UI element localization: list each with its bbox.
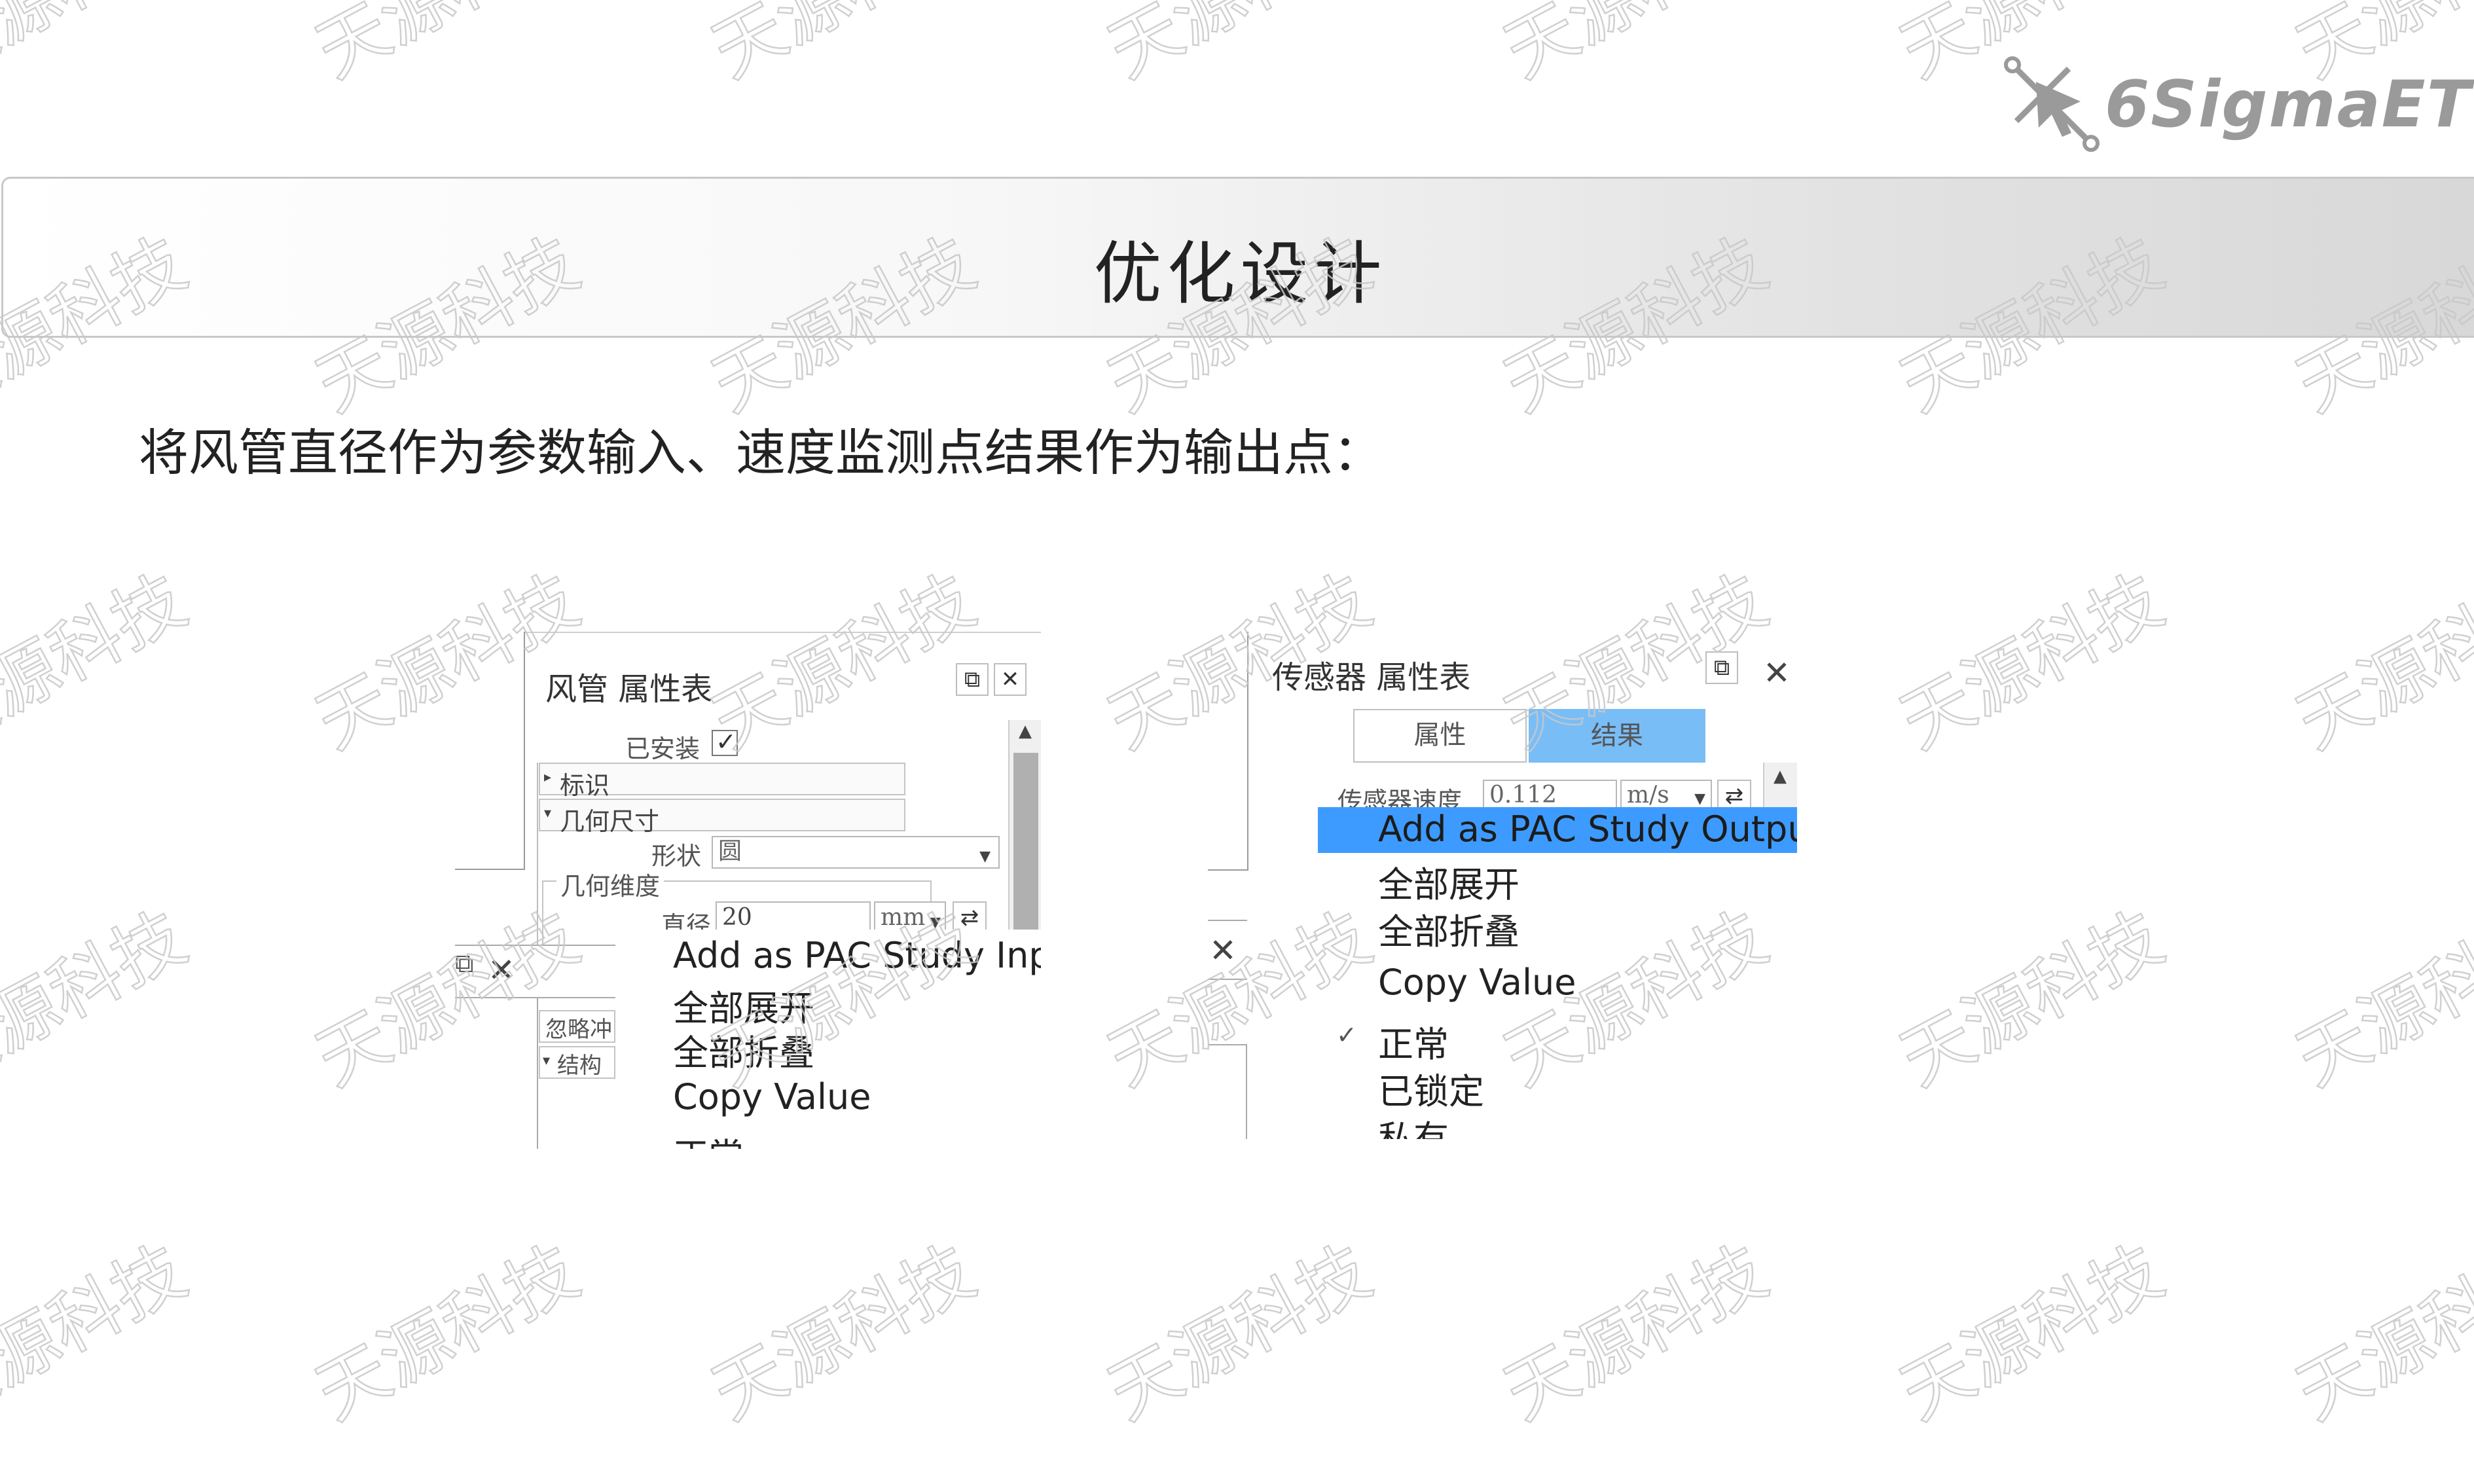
menu-item-private[interactable]: 私有 bbox=[1378, 1110, 1449, 1139]
close-button[interactable]: ✕ bbox=[1763, 657, 1791, 689]
context-menu: Add as PAC Study Input 全部展开 全部折叠 Copy Va… bbox=[615, 930, 1041, 1149]
panel-frame bbox=[455, 869, 525, 870]
tab-results-label: 结果 bbox=[1591, 721, 1643, 751]
diameter-value: 20 bbox=[722, 904, 752, 931]
menu-item-copy-value[interactable]: Copy Value bbox=[673, 1076, 871, 1117]
shape-value: 圆 bbox=[718, 838, 742, 865]
menu-item-collapse-all[interactable]: 全部折叠 bbox=[1378, 903, 1519, 954]
sensor-property-sheet-screenshot: 传感器 属性表 ⧉ ✕ 属性 结果 传感器速度 0.112 m/s ▼ ⇄ ▲ … bbox=[1208, 632, 1797, 1139]
watermark-text: 天源科技 bbox=[0, 560, 199, 765]
close-icon[interactable]: ✕ bbox=[1209, 934, 1237, 967]
menu-item-expand-all[interactable]: 全部展开 bbox=[1378, 856, 1519, 907]
window-divider bbox=[1246, 1044, 1247, 1139]
section-identity-label: 标识 bbox=[560, 771, 610, 800]
watermark-text: 天源科技 bbox=[2284, 1231, 2474, 1436]
logo-text: 6SigmaET bbox=[2105, 67, 2472, 142]
panel-frame bbox=[1208, 869, 1248, 871]
panel-frame bbox=[524, 632, 525, 869]
watermark-text: 天源科技 bbox=[0, 1231, 199, 1436]
watermark-text: 天源科技 bbox=[700, 0, 988, 94]
watermark-text: 天源科技 bbox=[2284, 897, 2474, 1102]
background-window: ⧉ ✕ 忽略冲 忽略冲 ▾ 结构 bbox=[455, 945, 615, 1149]
title-banner: 优化设计 bbox=[1, 177, 2474, 338]
window-divider bbox=[1208, 1044, 1247, 1045]
watermark-text: 天源科技 bbox=[304, 1231, 592, 1436]
logo-mark-icon bbox=[2004, 56, 2100, 152]
section-geometry-label: 几何尺寸 bbox=[560, 807, 660, 836]
watermark-text: 天源科技 bbox=[700, 1231, 988, 1436]
window-divider bbox=[537, 997, 538, 1149]
ignore-label: 忽略冲 bbox=[545, 1017, 612, 1043]
restore-button[interactable]: ⧉ bbox=[956, 663, 989, 696]
ignore-row: 忽略冲 bbox=[539, 1010, 615, 1043]
window-divider bbox=[455, 997, 615, 998]
tab-results[interactable]: 结果 bbox=[1529, 709, 1705, 763]
menu-item-add-pac-input[interactable]: Add as PAC Study Input bbox=[673, 935, 1041, 976]
diameter-unit: mm bbox=[881, 904, 926, 931]
close-icon: ✕ bbox=[1000, 666, 1020, 693]
scrollbar[interactable]: ▲ bbox=[1008, 720, 1041, 936]
menu-item-add-pac-output-label: Add as PAC Study Output bbox=[1378, 808, 1797, 850]
window-divider bbox=[455, 945, 615, 946]
panel-frame bbox=[524, 632, 1041, 633]
duct-property-sheet-screenshot: 风管 属性表 ⧉ ✕ 已安装 ✓ ▸ 标识 ▾ 几何尺寸 形状 圆 ▼ 几何维度… bbox=[455, 632, 1041, 1149]
watermark-text: 天源科技 bbox=[304, 0, 592, 94]
close-icon[interactable]: ✕ bbox=[488, 954, 515, 986]
collapsed-arrow-icon: ▸ bbox=[544, 769, 552, 786]
watermark-text: 天源科技 bbox=[1492, 0, 1780, 94]
swap-icon: ⇄ bbox=[960, 905, 979, 931]
close-button[interactable]: ✕ bbox=[994, 663, 1027, 696]
watermark-text: 天源科技 bbox=[1096, 1231, 1384, 1436]
scroll-up-icon: ▲ bbox=[1019, 721, 1032, 741]
menu-item-normal[interactable]: 正常 bbox=[673, 1127, 744, 1149]
panel-frame bbox=[1247, 632, 1248, 871]
tab-properties[interactable]: 属性 bbox=[1353, 709, 1527, 763]
watermark-text: 天源科技 bbox=[1096, 0, 1384, 94]
brand-logo: 6SigmaET bbox=[2003, 56, 2471, 154]
scroll-up-icon: ▲ bbox=[1774, 767, 1787, 786]
expanded-arrow-icon: ▾ bbox=[543, 1053, 551, 1069]
expanded-arrow-icon: ▾ bbox=[544, 805, 552, 822]
dropdown-arrow-icon: ▼ bbox=[979, 848, 991, 865]
menu-item-normal[interactable]: 正常 bbox=[1378, 1015, 1449, 1067]
intro-text: 将风管直径作为参数输入、速度监测点结果作为输出点： bbox=[139, 424, 1383, 482]
menu-item-copy-value[interactable]: Copy Value bbox=[1378, 962, 1576, 1003]
check-icon: ✓ bbox=[1336, 1021, 1357, 1049]
watermark-text: 天源科技 bbox=[0, 0, 199, 94]
section-structure-label: 结构 bbox=[557, 1053, 602, 1079]
context-menu: Add as PAC Study Output 全部展开 全部折叠 Copy V… bbox=[1318, 807, 1797, 1139]
sensor-speed-unit: m/s bbox=[1627, 782, 1669, 808]
watermark-text: 天源科技 bbox=[1888, 1231, 2176, 1436]
menu-item-locked[interactable]: 已锁定 bbox=[1378, 1062, 1484, 1114]
restore-button[interactable]: ⧉ bbox=[1705, 651, 1738, 684]
swap-icon: ⇄ bbox=[1724, 783, 1744, 809]
section-geometry-row[interactable]: ▾ 几何尺寸 bbox=[539, 799, 905, 836]
scrollbar-thumb[interactable] bbox=[1013, 753, 1038, 936]
panel-title: 风管 属性表 bbox=[545, 671, 713, 708]
sensor-speed-value: 0.112 bbox=[1489, 782, 1557, 808]
check-icon: ✓ bbox=[716, 727, 737, 756]
watermark-text: 天源科技 bbox=[2284, 560, 2474, 765]
dimension-group-label: 几何维度 bbox=[556, 866, 664, 902]
installed-label: 已安装 bbox=[625, 734, 700, 763]
page-title: 优化设计 bbox=[1093, 234, 1387, 314]
shape-select[interactable]: 圆 ▼ bbox=[712, 836, 1000, 869]
installed-checkbox[interactable]: ✓ bbox=[712, 727, 738, 756]
panel-title: 传感器 属性表 bbox=[1272, 659, 1471, 696]
menu-item-collapse-all[interactable]: 全部折叠 bbox=[673, 1024, 814, 1076]
tab-properties-label: 属性 bbox=[1413, 720, 1466, 750]
menu-item-add-pac-output[interactable]: Add as PAC Study Output bbox=[1318, 807, 1797, 853]
watermark-text: 天源科技 bbox=[1888, 897, 2176, 1102]
section-structure-row[interactable]: ▾ 结构 bbox=[539, 1046, 615, 1079]
watermark-text: 天源科技 bbox=[0, 897, 199, 1102]
window-divider bbox=[1208, 920, 1247, 921]
background-window: ✕ bbox=[1208, 920, 1318, 1139]
restore-icon: ⧉ bbox=[455, 949, 474, 979]
section-identity-row[interactable]: ▸ 标识 bbox=[539, 763, 905, 800]
window-divider bbox=[1208, 979, 1247, 980]
restore-icon: ⧉ bbox=[1713, 655, 1730, 681]
watermark-text: 天源科技 bbox=[1888, 560, 2176, 765]
watermark-text: 天源科技 bbox=[1492, 1231, 1780, 1436]
restore-icon: ⧉ bbox=[964, 666, 981, 693]
